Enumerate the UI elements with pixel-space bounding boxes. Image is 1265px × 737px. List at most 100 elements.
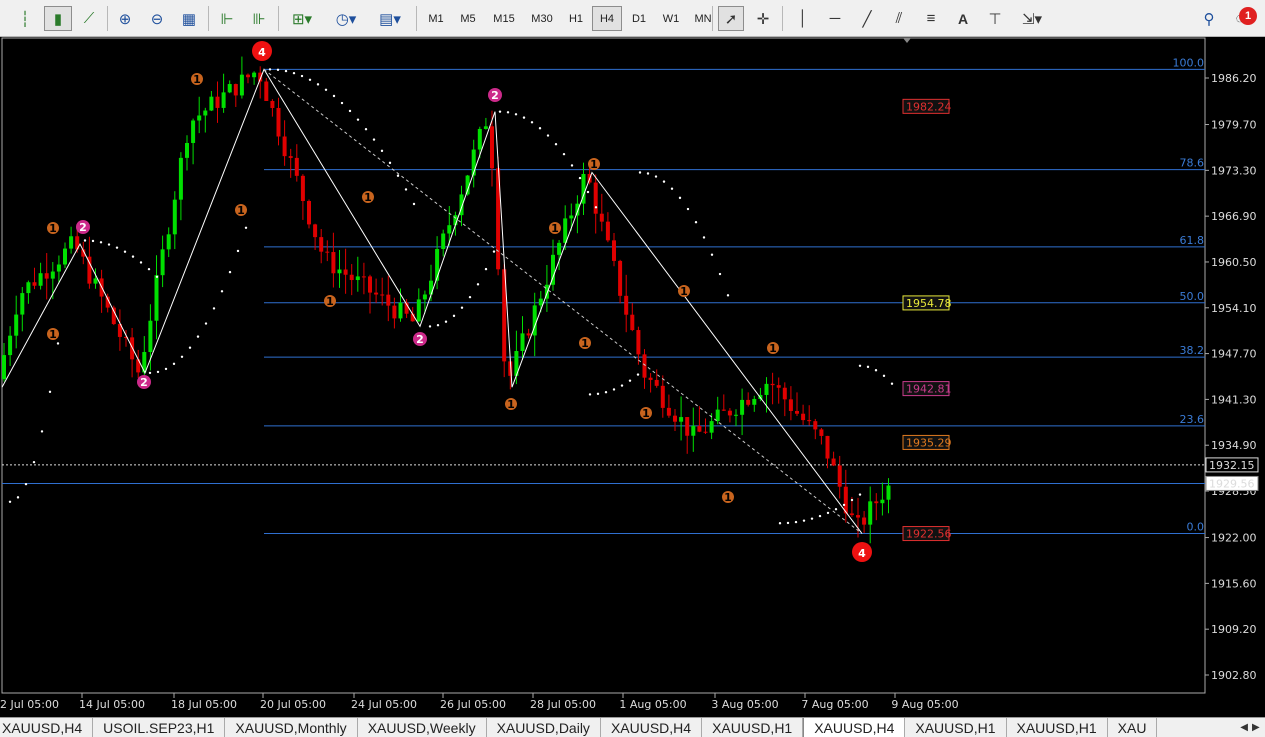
- candle-body: [752, 398, 757, 405]
- candle-body: [14, 314, 19, 336]
- chart-tab[interactable]: XAU: [1108, 718, 1158, 737]
- chart-tab[interactable]: XAUUSD,Weekly: [358, 718, 487, 737]
- candle-body: [801, 413, 806, 421]
- candle-body: [636, 330, 641, 355]
- time-tick-label: 26 Jul 05:00: [440, 698, 506, 711]
- fibonacci-button[interactable]: ≡: [918, 6, 944, 31]
- candle-body: [880, 499, 885, 504]
- tab-scroll[interactable]: ◀ ▶: [1235, 718, 1265, 737]
- wave-label-text: 1: [49, 328, 57, 341]
- sar-dot: [148, 371, 152, 375]
- candle-body: [374, 292, 379, 295]
- timeframe-m30[interactable]: M30: [524, 6, 560, 31]
- text-button[interactable]: A: [950, 6, 976, 31]
- sar-dot: [492, 250, 496, 253]
- tile-windows-button[interactable]: ▦: [176, 6, 202, 31]
- wave-label-text: 2: [79, 221, 87, 234]
- clock-icon: ◷▾: [335, 10, 357, 28]
- time-tick-label: 24 Jul 05:00: [351, 698, 417, 711]
- time-tick-label: 12 Jul 05:00: [0, 698, 59, 711]
- horizontal-line-button[interactable]: ─: [822, 6, 848, 31]
- candlestick-chart-button[interactable]: ▮: [44, 6, 72, 31]
- scroll-left-icon[interactable]: ◀: [1240, 722, 1248, 733]
- sar-dot: [842, 503, 846, 507]
- arrows-button[interactable]: ⇲▾: [1014, 6, 1050, 31]
- trendline-button[interactable]: ╱: [854, 6, 880, 31]
- text-label-button[interactable]: ⊤: [982, 6, 1008, 31]
- sar-dot: [164, 367, 168, 371]
- candle-body: [746, 399, 751, 405]
- candle-body: [56, 264, 61, 272]
- timeframe-w1[interactable]: W1: [656, 6, 686, 31]
- time-tick-label: 28 Jul 05:00: [530, 698, 596, 711]
- chart-shift-button[interactable]: ⊪: [246, 6, 272, 31]
- sar-dot: [172, 362, 176, 366]
- zoom-out-button[interactable]: ⊖: [144, 6, 170, 31]
- line-chart-button[interactable]: ⟋: [76, 6, 102, 31]
- candle-body: [605, 221, 610, 241]
- sar-dot: [866, 365, 870, 369]
- sar-dot: [726, 294, 730, 297]
- chart-tab[interactable]: XAUUSD,H4: [0, 718, 94, 737]
- candle-body: [172, 199, 177, 235]
- sar-dot: [32, 460, 36, 464]
- zoom-in-button[interactable]: ⊕: [112, 6, 138, 31]
- sar-dot: [268, 68, 272, 71]
- sar-dot: [444, 320, 448, 323]
- equidistant-channel-button[interactable]: ⫽: [886, 6, 912, 31]
- crosshair-button[interactable]: ✛: [750, 6, 776, 31]
- sar-dot: [16, 496, 20, 499]
- sar-dot: [570, 164, 574, 167]
- candle-body: [886, 485, 891, 500]
- candle-body: [490, 126, 494, 169]
- timeframe-m15[interactable]: M15: [486, 6, 522, 31]
- sar-dot: [348, 109, 352, 113]
- bar-chart-button[interactable]: ┆: [12, 6, 38, 31]
- time-tick-label: 7 Aug 05:00: [801, 698, 868, 711]
- indicators-button[interactable]: ⊞▾: [284, 6, 320, 31]
- chart-tab[interactable]: XAUUSD,H1: [1007, 718, 1108, 737]
- sar-dot: [404, 188, 408, 191]
- candle-body: [648, 377, 653, 380]
- fib-level-label: 23.6: [1180, 413, 1205, 426]
- price-chart[interactable]: 1986.20 1979.70 1973.30 1966.90 1960.50 1954.…: [0, 37, 1265, 717]
- timeframe-m1[interactable]: M1: [422, 6, 450, 31]
- plot-border: [1, 37, 1206, 694]
- auto-scroll-button[interactable]: ⊩: [214, 6, 240, 31]
- chart-tab[interactable]: XAUUSD,Daily: [487, 718, 601, 737]
- sar-dot: [48, 390, 52, 394]
- chart-tab[interactable]: USOIL.SEP23,H1: [93, 718, 226, 737]
- wave-label-text: 1: [724, 491, 732, 504]
- price-marker-label: 1982.24: [906, 100, 952, 113]
- sar-dot: [300, 74, 304, 78]
- time-tick-label: 14 Jul 05:00: [79, 698, 145, 711]
- timeframe-h1[interactable]: H1: [562, 6, 590, 31]
- fibonacci-icon: ≡: [926, 10, 936, 27]
- timeframe-mn[interactable]: MN: [688, 6, 718, 31]
- candle-body: [630, 314, 635, 331]
- search-button[interactable]: ⚲: [1196, 6, 1222, 31]
- chart-tab[interactable]: XAUUSD,Monthly: [225, 718, 358, 737]
- timeframe-h4[interactable]: H4: [592, 6, 622, 31]
- candle-body: [868, 501, 873, 525]
- periods-button[interactable]: ◷▾: [328, 6, 364, 31]
- timeframe-d1[interactable]: D1: [624, 6, 654, 31]
- chart-tab[interactable]: XAUUSD,H4: [803, 718, 906, 737]
- candle-body: [441, 233, 446, 250]
- chart-area[interactable]: 1986.20 1979.70 1973.30 1966.90 1960.50 1954.…: [0, 37, 1265, 717]
- chart-tab[interactable]: XAUUSD,H4: [601, 718, 703, 737]
- templates-button[interactable]: ▤▾: [370, 6, 410, 31]
- sar-dot: [204, 322, 208, 325]
- chart-tab[interactable]: XAUUSD,H1: [905, 718, 1007, 737]
- timeframe-m5[interactable]: M5: [452, 6, 484, 31]
- horizontal-line-icon: ─: [829, 10, 841, 27]
- vertical-line-button[interactable]: │: [790, 6, 816, 31]
- price-marker-label: 1942.81: [906, 383, 952, 396]
- sar-dot: [428, 325, 432, 328]
- cursor-button[interactable]: ➚: [718, 6, 744, 31]
- price-tick-label: 1915.60: [1211, 577, 1257, 590]
- time-tick-label: 1 Aug 05:00: [619, 698, 686, 711]
- zoom-out-icon: ⊖: [150, 10, 164, 28]
- scroll-right-icon[interactable]: ▶: [1252, 722, 1260, 733]
- chart-tab[interactable]: XAUUSD,H1: [702, 718, 804, 737]
